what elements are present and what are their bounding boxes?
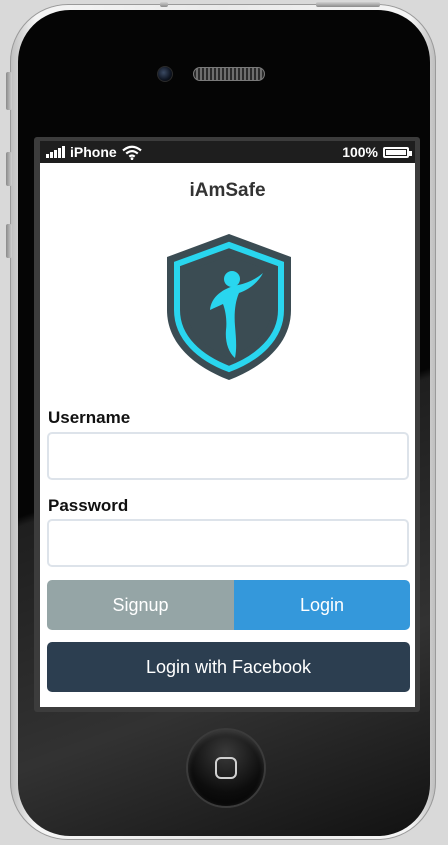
- carrier-label: iPhone: [70, 144, 117, 160]
- facebook-login-button[interactable]: Login with Facebook: [47, 642, 410, 692]
- login-button[interactable]: Login: [234, 580, 410, 630]
- battery-percent: 100%: [342, 144, 378, 160]
- battery-icon: [383, 146, 412, 158]
- wifi-icon: [121, 145, 142, 160]
- username-label: Username: [48, 408, 131, 427]
- mute-switch[interactable]: [6, 72, 12, 110]
- app-title: iAmSafe: [189, 180, 266, 201]
- volume-up-button[interactable]: [6, 152, 12, 186]
- auth-button-row: Signup Login: [47, 580, 410, 630]
- signal-bars-icon: [46, 146, 65, 158]
- signup-button[interactable]: Signup: [47, 580, 234, 630]
- screen: iPhone 100% iAmSafe Username Password Si…: [40, 141, 415, 707]
- username-input[interactable]: [47, 432, 409, 480]
- home-button[interactable]: [188, 730, 264, 806]
- shield-person-logo: [167, 234, 291, 380]
- volume-down-button[interactable]: [6, 224, 12, 258]
- password-input[interactable]: [47, 519, 409, 567]
- earpiece-speaker-icon: [193, 67, 265, 81]
- status-left: iPhone: [46, 144, 142, 160]
- power-button[interactable]: [160, 2, 168, 7]
- status-right: 100%: [342, 144, 412, 160]
- status-bar: iPhone 100%: [40, 141, 415, 163]
- home-square-icon: [215, 757, 237, 779]
- sleep-button[interactable]: [316, 2, 380, 7]
- front-camera-icon: [157, 66, 173, 82]
- password-label: Password: [48, 496, 129, 515]
